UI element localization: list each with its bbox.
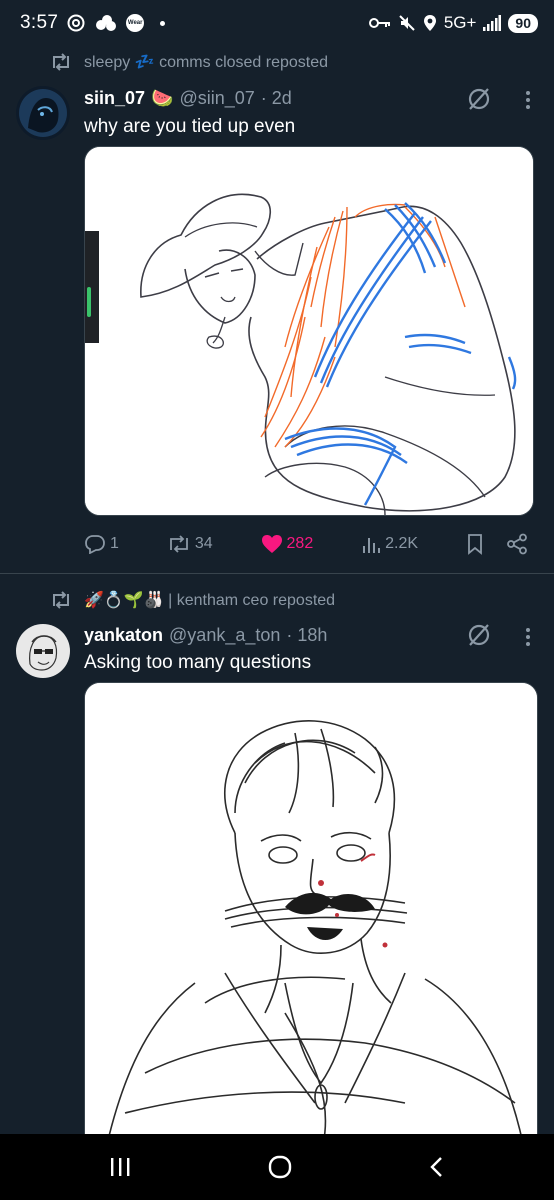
avatar[interactable] — [16, 86, 70, 140]
author-emoji: 🍉 — [151, 88, 174, 108]
post-time: · 18h — [286, 625, 328, 645]
back-icon[interactable] — [427, 1155, 447, 1179]
recent-apps-icon[interactable] — [107, 1156, 133, 1178]
avatar[interactable] — [16, 624, 70, 678]
grok-icon[interactable] — [466, 86, 492, 112]
repost-icon — [53, 591, 69, 609]
post-image[interactable] — [84, 146, 534, 516]
repost-header[interactable]: 🚀💍🌱🎳 | kentham ceo reposted — [50, 588, 335, 612]
repost-count: 34 — [194, 535, 213, 552]
android-nav-bar — [0, 1134, 554, 1200]
more-options-icon[interactable] — [524, 625, 532, 649]
post-text: why are you tied up even — [84, 116, 296, 137]
like-count: 282 — [286, 535, 314, 552]
views-button[interactable]: 2.2K — [361, 534, 418, 554]
mute-icon — [398, 14, 416, 32]
post-text: Asking too many questions — [84, 652, 312, 673]
grok-icon[interactable] — [466, 622, 492, 648]
drawing-cowboy-icon — [85, 147, 533, 515]
repost-label: 🚀💍🌱🎳 | kentham ceo reposted — [84, 592, 336, 609]
notification-dot-icon — [160, 20, 166, 26]
heart-icon — [261, 535, 282, 553]
signal-icon — [483, 15, 502, 31]
author-handle[interactable]: @yank_a_ton — [169, 625, 280, 646]
status-time: 3:57 — [20, 12, 59, 33]
cloud-group-icon — [94, 13, 118, 33]
repost-icon — [169, 535, 188, 553]
location-icon — [423, 14, 437, 32]
wear-icon: Wear — [126, 14, 145, 32]
reply-button[interactable]: 1 — [84, 534, 119, 554]
reply-icon — [85, 535, 105, 554]
author-handle[interactable]: @siin_07 — [179, 88, 254, 109]
more-options-icon[interactable] — [524, 88, 532, 112]
home-icon[interactable] — [267, 1154, 293, 1180]
drawing-man-icon — [85, 683, 537, 1151]
author-name[interactable]: yankaton — [84, 625, 163, 646]
bookmark-icon[interactable] — [466, 533, 484, 555]
repost-header[interactable]: sleepy 💤 comms closed reposted — [50, 50, 328, 74]
like-button[interactable]: 282 — [261, 534, 314, 554]
repost-button[interactable]: 34 — [167, 534, 213, 554]
post-header: yankaton @yank_a_ton · 18h — [84, 625, 327, 646]
views-icon — [363, 538, 381, 553]
threads-icon — [66, 13, 86, 33]
views-count: 2.2K — [385, 535, 419, 552]
status-bar: 3:57 Wear 5G+ 90 — [0, 0, 554, 46]
author-name[interactable]: siin_07 — [84, 88, 145, 109]
post-actions: 1 34 282 2.2K — [84, 533, 528, 555]
repost-label: sleepy 💤 comms closed reposted — [84, 54, 329, 71]
repost-icon — [53, 53, 69, 71]
battery-level: 90 — [508, 13, 538, 33]
post-time: · 2d — [260, 88, 292, 108]
share-icon[interactable] — [506, 533, 528, 555]
post-image[interactable] — [84, 682, 538, 1152]
post-header: siin_07 🍉 @siin_07 · 2d — [84, 88, 292, 109]
network-type: 5G+ — [443, 13, 477, 32]
reply-count: 1 — [110, 535, 119, 552]
key-icon — [368, 16, 391, 30]
post-divider — [0, 573, 554, 574]
